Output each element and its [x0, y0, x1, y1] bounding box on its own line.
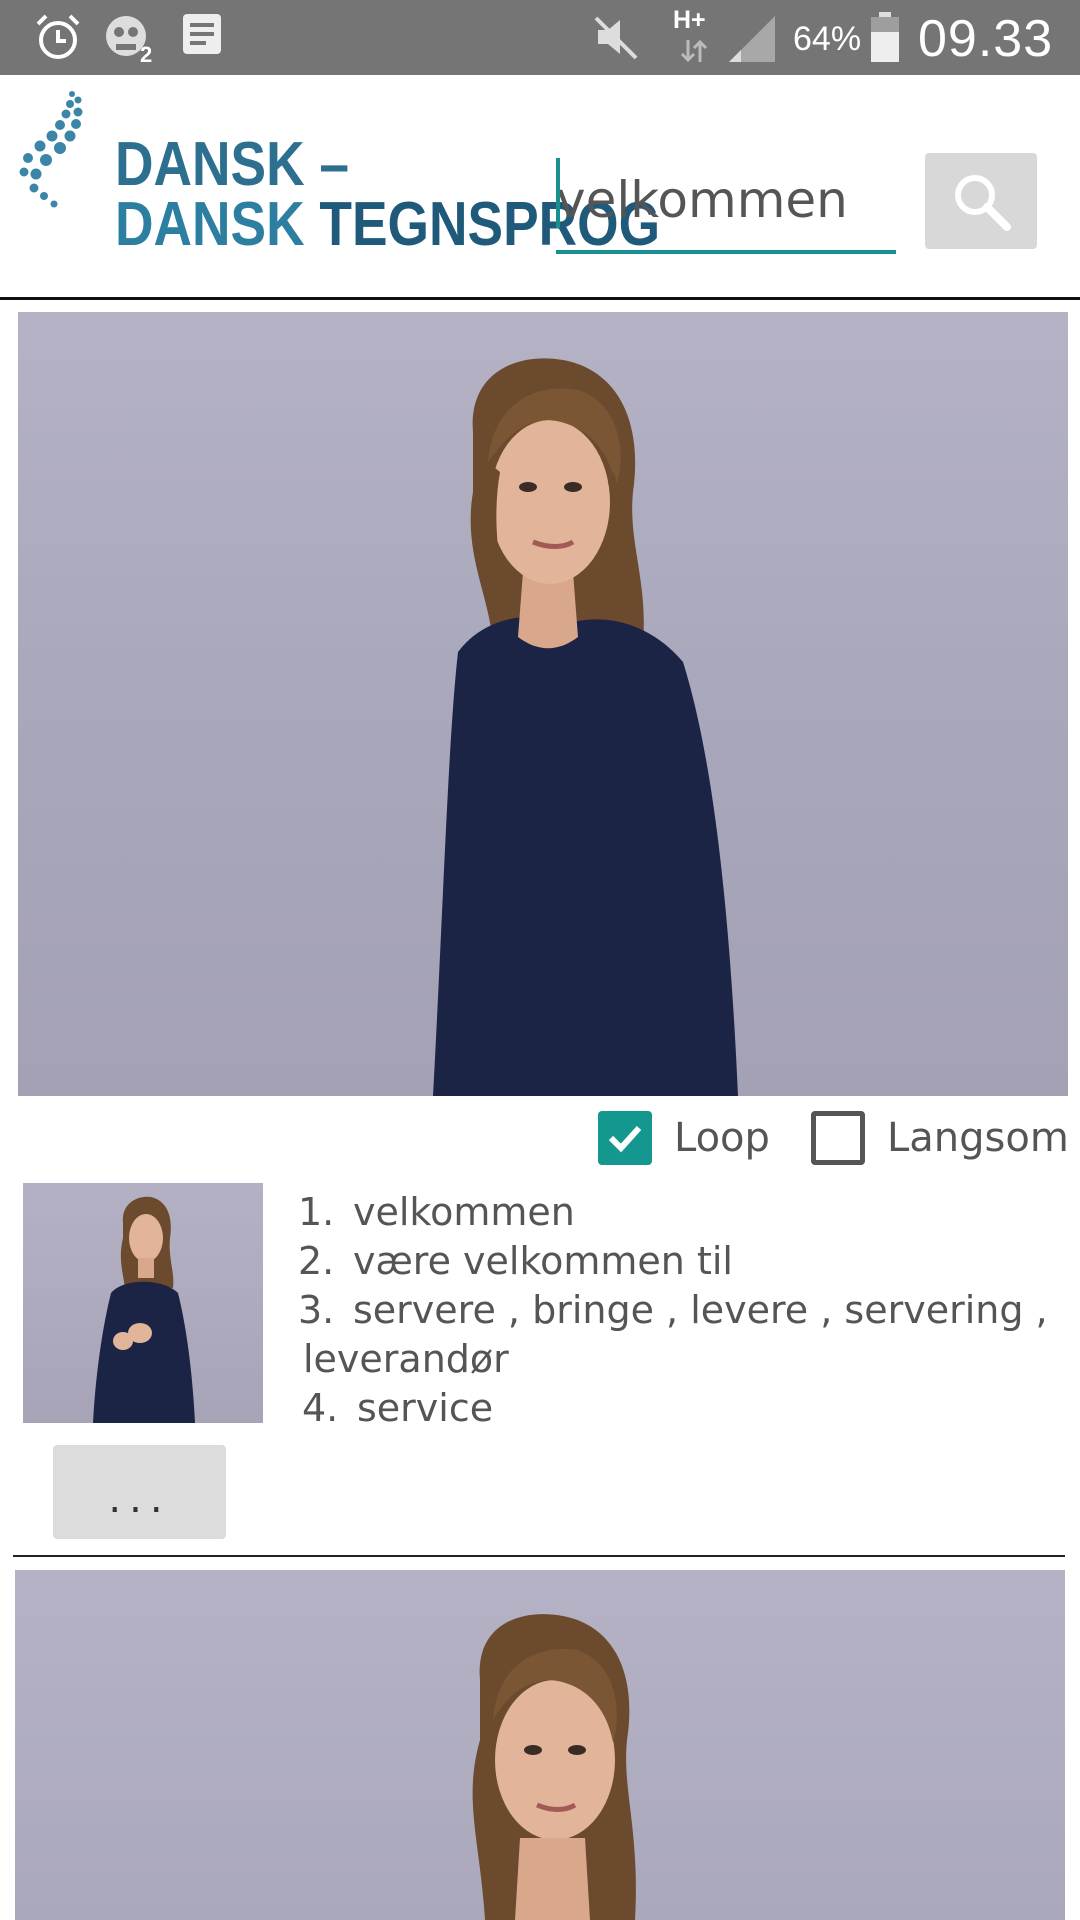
logo-spiral-icon — [19, 91, 83, 208]
loop-checkbox[interactable] — [598, 1111, 652, 1165]
loop-label: Loop — [674, 1115, 770, 1161]
result-number: 4. — [302, 1386, 339, 1430]
result-text[interactable]: velkommen — [353, 1188, 575, 1237]
loop-option[interactable]: Loop — [598, 1110, 770, 1166]
svg-text:2: 2 — [140, 42, 152, 64]
status-bar: 2 H+ 64% 09.33 — [0, 0, 1080, 75]
notes-icon — [183, 14, 221, 54]
battery-percentage: 64% — [793, 20, 862, 58]
result-text[interactable]: leverandør — [303, 1335, 509, 1384]
slow-checkbox[interactable] — [811, 1111, 865, 1165]
signer-thumbnail-figure — [93, 1196, 195, 1423]
logo-line-2a: DANSK — [115, 190, 305, 259]
sign-video-player[interactable] — [18, 312, 1068, 1096]
more-button[interactable]: ... — [53, 1445, 226, 1539]
check-icon — [608, 1125, 642, 1153]
signer-figure-2 — [472, 1614, 636, 1920]
result-item[interactable]: 3. servere , bringe , levere , servering… — [298, 1286, 1068, 1335]
result-number: 1. — [298, 1190, 335, 1234]
transfer-arrows-icon — [680, 39, 708, 63]
results-list: 1. velkommen 2. være velkommen til 3. se… — [298, 1188, 1068, 1433]
slow-option[interactable]: Langsom — [811, 1110, 1069, 1166]
result-text[interactable]: være velkommen til — [353, 1237, 733, 1286]
result-number: 2. — [298, 1239, 335, 1283]
mute-icon — [594, 16, 638, 60]
clock: 09.33 — [918, 10, 1054, 68]
result-text[interactable]: service — [357, 1384, 493, 1433]
search-button[interactable] — [925, 153, 1037, 249]
signal-icon — [729, 16, 775, 62]
search-input[interactable] — [556, 150, 896, 254]
result-divider — [13, 1555, 1065, 1557]
sign-video-player-2[interactable] — [15, 1570, 1065, 1920]
result-item[interactable]: 4. service — [298, 1384, 1068, 1433]
slow-label: Langsom — [887, 1115, 1069, 1161]
result-number: 3. — [298, 1288, 335, 1332]
zombie-app-icon: 2 — [106, 16, 152, 64]
signer-figure — [433, 358, 738, 1096]
search-icon — [955, 175, 1011, 231]
header-divider — [0, 297, 1080, 300]
alarm-icon — [36, 14, 80, 59]
result-item[interactable]: 1. velkommen — [298, 1188, 1068, 1237]
result-item[interactable]: 2. være velkommen til — [298, 1237, 1068, 1286]
text-caret — [556, 158, 560, 228]
result-item-continued[interactable]: leverandør — [298, 1335, 1068, 1384]
battery-icon — [871, 12, 899, 62]
network-type: H+ — [673, 6, 706, 34]
result-thumbnail[interactable] — [23, 1183, 263, 1423]
result-text[interactable]: servere , bringe , levere , servering , — [353, 1286, 1048, 1335]
